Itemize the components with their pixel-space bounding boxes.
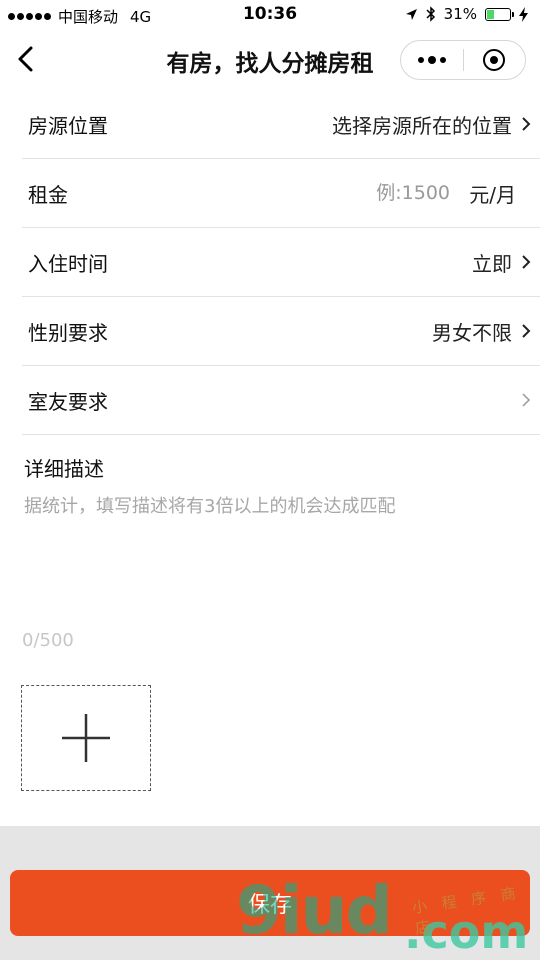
rent-input[interactable] bbox=[300, 182, 450, 204]
charging-icon bbox=[519, 6, 528, 22]
status-right: 31% bbox=[405, 5, 528, 23]
location-value: 选择房源所在的位置 bbox=[332, 113, 512, 138]
chevron-right-icon bbox=[522, 393, 531, 407]
chevron-right-icon bbox=[522, 324, 531, 338]
chevron-right-icon bbox=[522, 117, 531, 131]
rent-row: 租金 元/月 bbox=[22, 159, 540, 228]
status-bar: 中国移动 4G 10:36 31% bbox=[0, 0, 540, 30]
description-textarea[interactable] bbox=[24, 492, 520, 612]
location-label: 房源位置 bbox=[28, 113, 108, 138]
description-title: 详细描述 bbox=[24, 457, 104, 481]
move-in-label: 入住时间 bbox=[28, 251, 108, 276]
chevron-right-icon bbox=[522, 255, 531, 269]
roommate-row[interactable]: 室友要求 bbox=[22, 366, 540, 435]
location-arrow-icon bbox=[405, 8, 417, 20]
battery-percent: 31% bbox=[443, 5, 477, 23]
add-photo-button[interactable] bbox=[21, 685, 151, 791]
roommate-label: 室友要求 bbox=[28, 389, 108, 414]
bluetooth-icon bbox=[426, 6, 435, 22]
gender-label: 性别要求 bbox=[28, 320, 108, 345]
more-icon[interactable] bbox=[401, 56, 463, 64]
battery-icon bbox=[485, 7, 514, 21]
rent-label: 租金 bbox=[28, 182, 68, 207]
rent-unit: 元/月 bbox=[469, 182, 516, 207]
plus-icon bbox=[62, 714, 110, 762]
miniprogram-capsule bbox=[400, 40, 526, 80]
char-counter: 0/500 bbox=[22, 630, 74, 651]
watermark-logo: 9iud bbox=[236, 872, 393, 949]
gender-row[interactable]: 性别要求 男女不限 bbox=[22, 297, 540, 366]
move-in-row[interactable]: 入住时间 立即 bbox=[22, 228, 540, 297]
listing-form: 房源位置 选择房源所在的位置 租金 元/月 入住时间 立即 性别要求 男女不限 … bbox=[0, 90, 540, 435]
move-in-value: 立即 bbox=[472, 251, 512, 276]
gender-value: 男女不限 bbox=[432, 320, 512, 345]
nav-bar: 有房，找人分摊房租 bbox=[0, 30, 540, 90]
location-row[interactable]: 房源位置 选择房源所在的位置 bbox=[22, 90, 540, 159]
close-miniprogram-icon[interactable] bbox=[463, 49, 525, 71]
